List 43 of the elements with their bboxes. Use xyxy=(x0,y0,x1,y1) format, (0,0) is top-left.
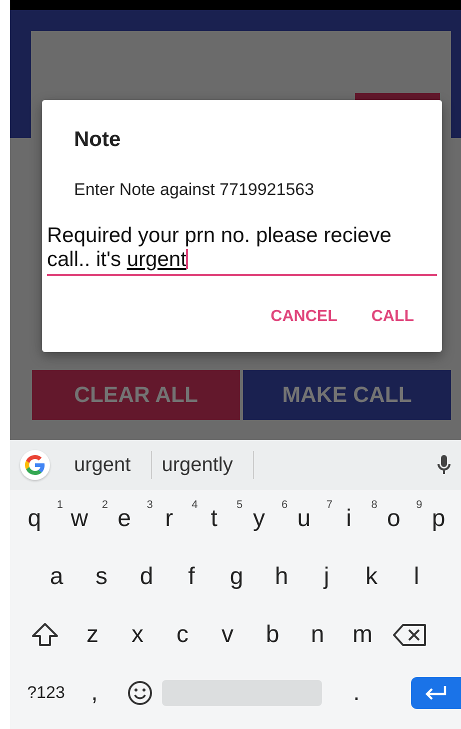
key[interactable]: p $^{9}$ xyxy=(416,497,461,541)
key[interactable]: d xyxy=(124,555,169,599)
symbols-key[interactable]: ?123 xyxy=(20,671,72,715)
key[interactable]: y $^{5}$ xyxy=(236,497,282,541)
key[interactable]: u $^{6}$ xyxy=(281,497,326,541)
key[interactable]: w $^{1}$ xyxy=(56,497,102,541)
key[interactable]: g xyxy=(214,555,259,599)
key[interactable]: f xyxy=(169,555,214,599)
key[interactable]: x xyxy=(115,613,160,657)
key[interactable]: a xyxy=(34,555,79,599)
key[interactable]: c xyxy=(160,613,205,657)
note-field[interactable]: Required your prn no. please recieve call.. it's urgent xyxy=(47,224,437,276)
key[interactable]: m xyxy=(340,613,385,657)
microphone-icon[interactable] xyxy=(437,454,451,476)
key[interactable]: l xyxy=(394,555,439,599)
emoji-icon[interactable] xyxy=(126,680,152,706)
dialog-button[interactable]: CANCEL xyxy=(270,308,338,326)
key[interactable]: j xyxy=(304,555,349,599)
key[interactable]: t $^{4}$ xyxy=(192,497,237,541)
key[interactable]: e $^{2}$ xyxy=(102,497,147,541)
suggestion[interactable]: urgently xyxy=(152,454,253,476)
key[interactable]: k xyxy=(349,555,394,599)
key[interactable]: n xyxy=(295,613,340,657)
key[interactable]: v xyxy=(205,613,250,657)
key[interactable]: . xyxy=(334,671,379,715)
key[interactable]: r $^{3}$ xyxy=(146,497,192,541)
key[interactable]: b xyxy=(250,613,295,657)
google-logo-icon[interactable] xyxy=(20,450,50,480)
key[interactable]: i $^{7}$ xyxy=(326,497,372,541)
shift-icon[interactable] xyxy=(31,622,59,648)
key[interactable]: , xyxy=(72,671,117,715)
key[interactable]: q xyxy=(12,497,57,541)
key[interactable]: h xyxy=(259,555,304,599)
enter-icon xyxy=(423,684,449,702)
backspace-icon[interactable] xyxy=(393,623,427,647)
dialog-title: Note xyxy=(74,128,121,152)
key[interactable]: s xyxy=(79,555,124,599)
dialog-message: Enter Note against 7719921563 xyxy=(74,180,314,200)
key[interactable]: o $^{8}$ xyxy=(371,497,416,541)
suggestion[interactable]: urgent xyxy=(64,454,151,476)
enter-key[interactable] xyxy=(411,677,461,709)
key[interactable]: z xyxy=(70,613,115,657)
dialog-button[interactable]: CALL xyxy=(371,308,414,326)
